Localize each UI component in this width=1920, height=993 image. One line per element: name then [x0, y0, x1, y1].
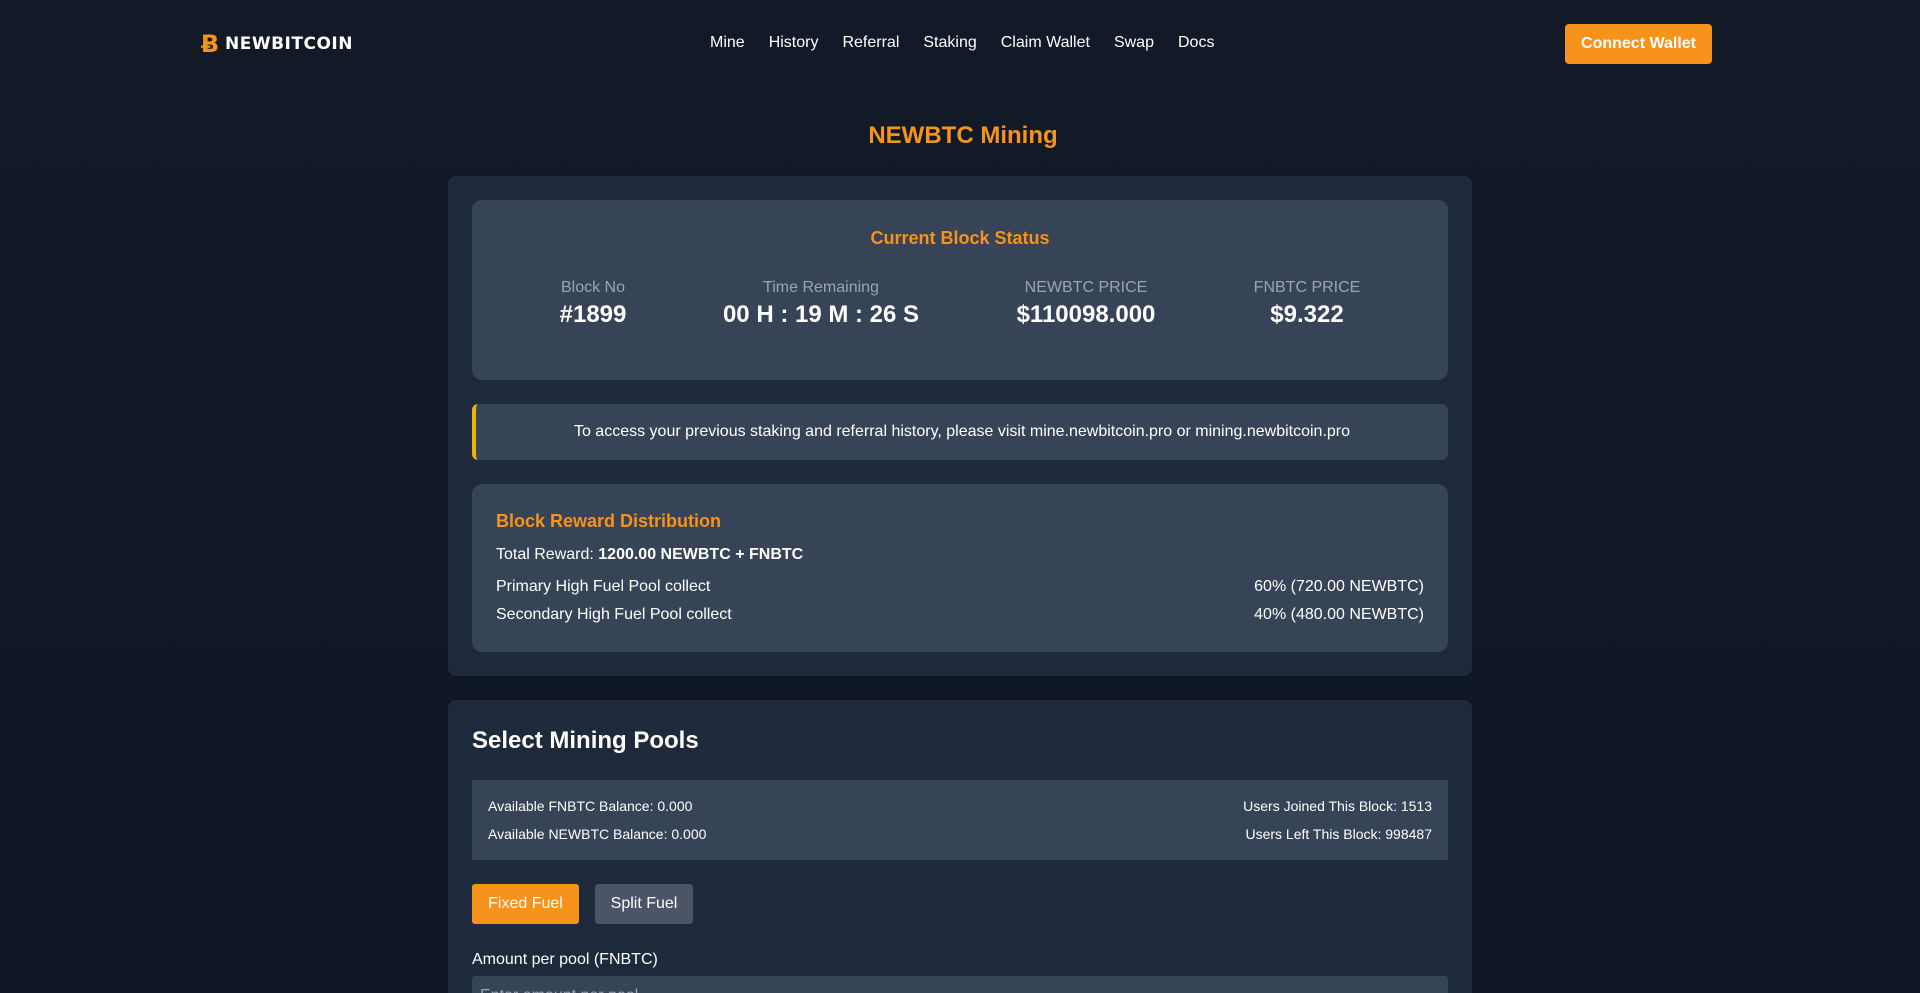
nav-claim-wallet[interactable]: Claim Wallet	[1001, 33, 1090, 53]
nav-mine[interactable]: Mine	[710, 33, 745, 53]
reward-row-value: 60% (720.00 NEWBTC)	[1254, 578, 1424, 595]
stat-value: #1899	[559, 301, 627, 328]
nav-history[interactable]: History	[769, 33, 819, 53]
stat-time-remaining: Time Remaining 00 H : 19 M : 26 S	[723, 278, 919, 330]
fixed-fuel-button[interactable]: Fixed Fuel	[472, 884, 579, 924]
page-title-text: NEWBTC Mining	[868, 122, 1058, 149]
nav-swap[interactable]: Swap	[1114, 33, 1154, 53]
reward-total-label: Total Reward:	[496, 546, 599, 563]
stat-fnbtc-price: FNBTC PRICE $9.322	[1254, 278, 1361, 330]
page-title: NEWBTC Mining	[0, 122, 1920, 150]
fnbtc-balance: Available FNBTC Balance: 0.000	[488, 798, 693, 814]
connect-wallet-button[interactable]: Connect Wallet	[1565, 24, 1712, 64]
amount-input[interactable]	[472, 976, 1448, 993]
reward-row-value: 40% (480.00 NEWBTC)	[1254, 606, 1424, 623]
reward-row-primary: Primary High Fuel Pool collect 60% (720.…	[496, 578, 1424, 596]
history-notice: To access your previous staking and refe…	[472, 404, 1448, 460]
mining-overview-card: Current Block Status Block No #1899 Time…	[448, 176, 1472, 676]
mining-pools-card: Select Mining Pools Available FNBTC Bala…	[448, 700, 1472, 993]
newbitcoin-logo-icon: Ƀ	[200, 30, 220, 58]
nav-docs[interactable]: Docs	[1178, 33, 1214, 53]
reward-title: Block Reward Distribution	[496, 511, 722, 531]
users-joined: Users Joined This Block: 1513	[1243, 798, 1432, 814]
brand-logo[interactable]: Ƀ NEWBITCOIN	[199, 30, 353, 58]
reward-row-label: Primary High Fuel Pool collect	[496, 578, 711, 595]
nav-staking[interactable]: Staking	[923, 33, 976, 53]
top-header: Ƀ NEWBITCOIN Mine History Referral Staki…	[0, 0, 1920, 86]
nav-referral[interactable]: Referral	[842, 33, 899, 53]
block-reward-card: Block Reward Distribution Total Reward: …	[472, 484, 1448, 652]
stat-label: Time Remaining	[763, 279, 879, 296]
amount-label: Amount per pool (FNBTC)	[472, 951, 658, 968]
reward-total: Total Reward: 1200.00 NEWBTC + FNBTC	[496, 546, 803, 564]
reward-row-secondary: Secondary High Fuel Pool collect 40% (48…	[496, 606, 1424, 624]
users-left: Users Left This Block: 998487	[1245, 826, 1432, 842]
stat-value: 00 H : 19 M : 26 S	[722, 301, 920, 328]
balances-panel: Available FNBTC Balance: 0.000 Available…	[472, 780, 1448, 860]
stat-value: $9.322	[1270, 301, 1344, 328]
block-status-title: Current Block Status	[870, 228, 1050, 248]
stat-value: $110098.000	[1016, 301, 1156, 328]
split-fuel-button[interactable]: Split Fuel	[595, 884, 693, 924]
stat-newbtc-price: NEWBTC PRICE $110098.000	[1017, 278, 1156, 330]
main-nav: Mine History Referral Staking Claim Wall…	[710, 33, 1214, 53]
stat-label: FNBTC PRICE	[1253, 279, 1361, 296]
stat-label: NEWBTC PRICE	[1024, 279, 1148, 296]
reward-total-value: 1200.00 NEWBTC + FNBTC	[598, 546, 804, 563]
stat-block-no: Block No #1899	[560, 278, 627, 330]
stat-label: Block No	[560, 279, 626, 296]
block-status-card: Current Block Status Block No #1899 Time…	[472, 200, 1448, 380]
newbtc-balance: Available NEWBTC Balance: 0.000	[488, 826, 707, 842]
reward-row-label: Secondary High Fuel Pool collect	[496, 606, 732, 623]
logo-text: NEWBITCOIN	[225, 34, 353, 54]
pools-title: Select Mining Pools	[472, 727, 699, 754]
